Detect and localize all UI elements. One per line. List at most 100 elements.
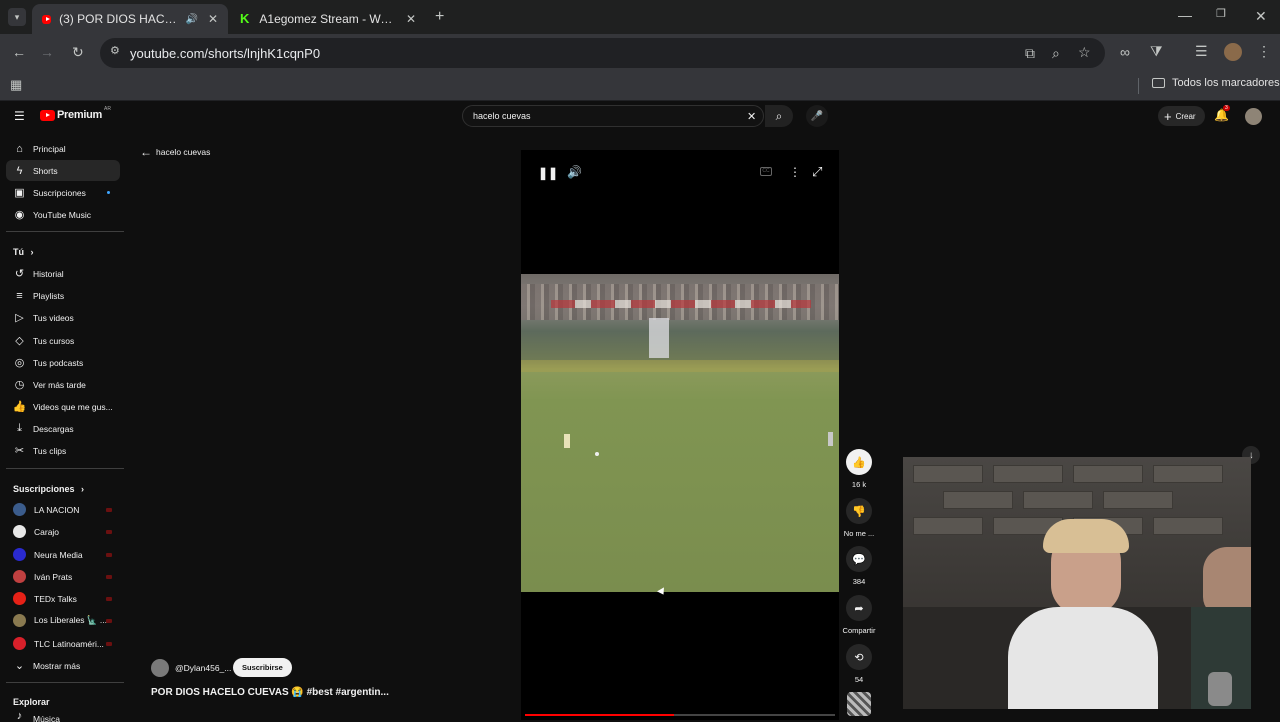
- notifications-button[interactable]: 🔔 3: [1214, 105, 1230, 122]
- subscription-item[interactable]: Iván Prats: [6, 566, 120, 587]
- clear-search-icon[interactable]: ✕: [747, 110, 756, 123]
- captions-icon[interactable]: CC: [760, 167, 772, 176]
- sidebar-item-podcasts[interactable]: ◎ Tus podcasts: [6, 352, 120, 373]
- address-bar[interactable]: ⚙ youtube.com/shorts/lnjhK1cqnP0 ⧉ ⌕ ☆: [100, 38, 1105, 68]
- subscription-item[interactable]: Carajo: [6, 521, 120, 542]
- dislike-action[interactable]: 👎 No me ...: [844, 498, 874, 538]
- progress-track[interactable]: [525, 714, 835, 716]
- close-tab-icon[interactable]: ✕: [406, 12, 416, 26]
- wall-brick: [1153, 517, 1223, 535]
- subscription-item[interactable]: Neura Media: [6, 544, 120, 565]
- like-count: 16 k: [851, 480, 867, 489]
- sidebar-item-downloads[interactable]: ⤓ Descargas: [6, 418, 120, 439]
- channel-name[interactable]: @Dylan456_...: [175, 663, 231, 673]
- search-input[interactable]: hacelo cuevas: [473, 111, 531, 121]
- ball: [595, 452, 599, 456]
- comments-action[interactable]: 💬 384: [846, 546, 872, 586]
- search-box[interactable]: hacelo cuevas ✕: [462, 105, 764, 127]
- subscription-label: TLC Latinoaméri...: [34, 638, 104, 649]
- all-bookmarks-folder[interactable]: Todos los marcadores: [1152, 77, 1280, 89]
- remix-button[interactable]: ⟲: [846, 644, 872, 670]
- back-to-search-link[interactable]: ← hacelo cuevas: [140, 145, 210, 159]
- share-button[interactable]: ➦: [846, 595, 872, 621]
- sidebar-item-liked-videos[interactable]: 👍 Videos que me gus...: [6, 396, 120, 417]
- shorts-player[interactable]: ❚❚ 🔊 CC ⋮ ⤢: [521, 150, 839, 720]
- sidebar-item-courses[interactable]: ◇ Tus cursos: [6, 330, 120, 351]
- create-button[interactable]: + Crear: [1158, 106, 1205, 126]
- subscription-item[interactable]: TLC Latinoaméri...: [6, 633, 120, 654]
- sidebar-item-label: Tus cursos: [33, 335, 75, 346]
- arrow-left-icon: ←: [140, 145, 152, 159]
- subscription-label: TEDx Talks: [34, 593, 77, 604]
- subscriptions-section-title[interactable]: Suscripciones ›: [13, 484, 84, 494]
- sidebar-item-youtube-music[interactable]: ◉ YouTube Music: [6, 204, 120, 225]
- kick-favicon: K: [240, 11, 250, 26]
- close-tab-icon[interactable]: ✕: [208, 12, 218, 26]
- account-avatar[interactable]: [1245, 108, 1262, 125]
- subscription-item[interactable]: LA NACION: [6, 499, 120, 520]
- sidebar-item-your-videos[interactable]: ▷ Tus videos: [6, 307, 120, 328]
- wall-brick: [1153, 465, 1223, 483]
- fullscreen-icon[interactable]: ⤢: [812, 164, 822, 180]
- sidebar-item-label: Música: [33, 714, 60, 722]
- sound-thumbnail[interactable]: [847, 692, 871, 716]
- show-more-button[interactable]: ⌄ Mostrar más: [6, 655, 120, 676]
- channel-avatar[interactable]: [151, 659, 169, 677]
- sidebar-item-shorts[interactable]: ϟ Shorts: [6, 160, 120, 181]
- like-button[interactable]: 👍: [846, 449, 872, 475]
- comments-button[interactable]: 💬: [846, 546, 872, 572]
- sidebar-item-clips[interactable]: ✂ Tus clips: [6, 440, 120, 461]
- wall-brick: [1023, 491, 1093, 509]
- remix-action[interactable]: ⟲ 54: [846, 644, 872, 684]
- like-action[interactable]: 👍 16 k: [846, 449, 872, 489]
- subscription-label: LA NACION: [34, 504, 80, 515]
- menu-kebab-icon[interactable]: ⋮: [1257, 44, 1271, 58]
- search-icon: ⌕: [775, 108, 783, 123]
- site-info-icon[interactable]: ⚙: [110, 46, 120, 57]
- close-window-icon[interactable]: ✕: [1255, 9, 1267, 23]
- subscription-item[interactable]: Los Liberales 🗽 ...: [6, 610, 120, 631]
- forward-icon[interactable]: →: [40, 45, 54, 59]
- extension-glasses-icon[interactable]: ∞: [1120, 45, 1130, 59]
- channel-avatar: [13, 614, 26, 627]
- you-title-text: Tú: [13, 247, 24, 257]
- extensions-icon[interactable]: ⧩: [1150, 44, 1163, 58]
- volume-icon[interactable]: 🔊: [567, 165, 582, 179]
- restore-icon[interactable]: ❐: [1216, 9, 1226, 20]
- more-options-icon[interactable]: ⋮: [789, 165, 801, 179]
- zoom-icon[interactable]: ⌕: [1052, 46, 1060, 60]
- search-button[interactable]: ⌕: [765, 105, 793, 127]
- thumbs-up-icon: 👍: [852, 456, 866, 469]
- speaker-icon[interactable]: 🔊: [185, 14, 197, 25]
- sidebar-item-playlists[interactable]: ≡ Playlists: [6, 285, 120, 306]
- minimize-icon[interactable]: —: [1178, 8, 1192, 22]
- subscribe-label: Suscribirse: [242, 663, 283, 672]
- video-frame[interactable]: [521, 274, 839, 592]
- subscribe-button[interactable]: Suscribirse: [233, 658, 292, 677]
- new-tab-icon[interactable]: +: [435, 9, 444, 25]
- dislike-button[interactable]: 👎: [846, 498, 872, 524]
- tab-youtube[interactable]: (3) POR DIOS HACELO CUE 🔊 ✕: [32, 4, 228, 34]
- sidebar-item-history[interactable]: ↺ Historial: [6, 263, 120, 284]
- install-icon[interactable]: ⧉: [1025, 46, 1035, 60]
- sidebar-item-music[interactable]: ♪ Música: [6, 710, 120, 722]
- back-icon[interactable]: ←: [12, 45, 26, 59]
- media-control-icon[interactable]: ☰: [1195, 44, 1208, 58]
- tab-kick[interactable]: K A1egomez Stream - Watch Live ✕: [230, 4, 426, 34]
- you-section-title[interactable]: Tú ›: [13, 247, 34, 257]
- pause-icon[interactable]: ❚❚: [538, 166, 558, 180]
- profile-avatar[interactable]: [1224, 43, 1242, 61]
- share-action[interactable]: ➦ Compartir: [843, 595, 875, 635]
- ad-boards: [521, 360, 839, 372]
- chevron-down-icon: ⌄: [14, 660, 25, 672]
- sidebar-item-home[interactable]: ⌂ Principal: [6, 138, 120, 159]
- subscription-item[interactable]: TEDx Talks: [6, 588, 120, 609]
- sidebar-item-subscriptions[interactable]: ▣ Suscripciones: [6, 182, 120, 203]
- apps-grid-icon[interactable]: ▦: [10, 78, 22, 91]
- tab-search-icon[interactable]: ▾: [8, 8, 26, 26]
- voice-search-button[interactable]: 🎤: [806, 105, 828, 127]
- reload-icon[interactable]: ↻: [72, 45, 84, 59]
- tab-title: A1egomez Stream - Watch Live: [259, 12, 396, 26]
- sidebar-item-watch-later[interactable]: ◷ Ver más tarde: [6, 374, 120, 395]
- bookmark-star-icon[interactable]: ☆: [1078, 45, 1091, 59]
